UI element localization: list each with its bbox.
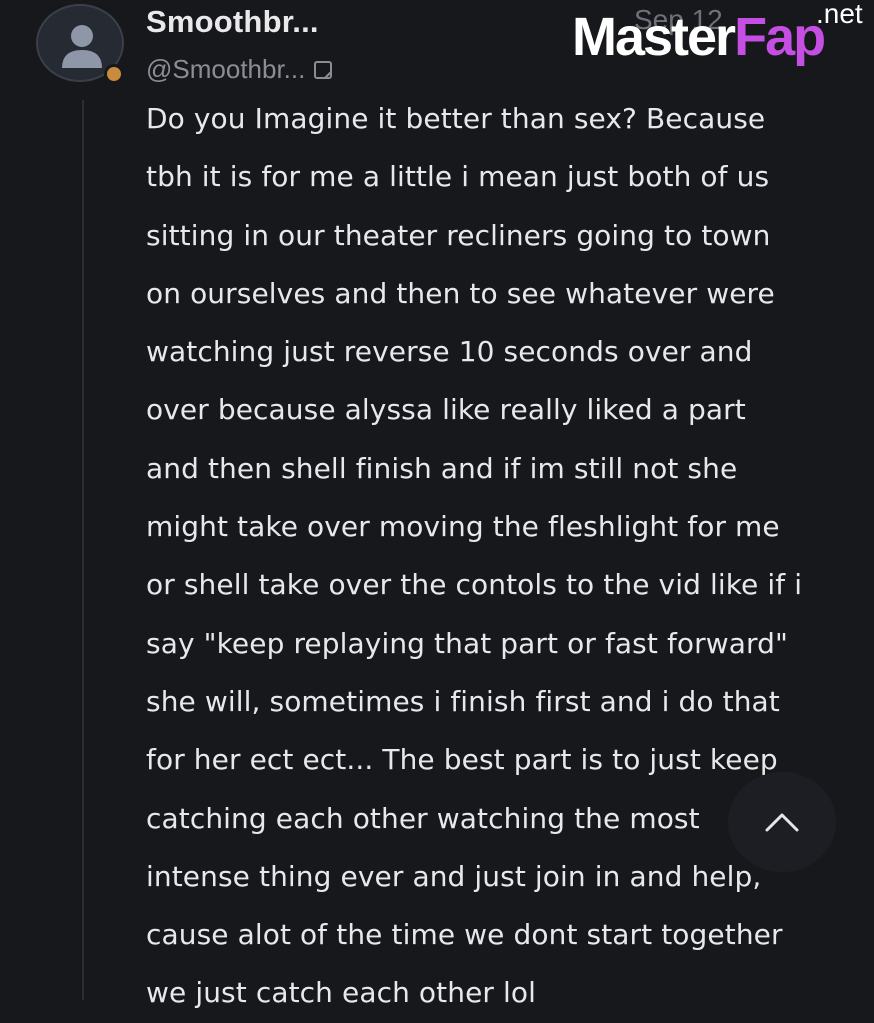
watermark-text: MasterFap <box>572 7 826 67</box>
thread-line <box>82 100 84 1000</box>
display-name[interactable]: Smoothbr... <box>146 4 319 40</box>
handle-row: @Smoothbr... <box>146 54 335 85</box>
user-handle[interactable]: @Smoothbr... <box>146 54 305 85</box>
watermark-logo: MasterFap .net <box>572 0 872 82</box>
chevron-up-icon <box>765 813 799 832</box>
watermark-suffix: .net <box>816 0 863 29</box>
watermark-accent: Fap <box>734 7 826 67</box>
status-dot-icon <box>104 64 124 84</box>
watermark-main: Master <box>572 7 736 67</box>
avatar[interactable] <box>36 4 126 84</box>
note-edit-icon[interactable] <box>313 59 335 81</box>
post-body: Do you Imagine it better than sex? Becau… <box>146 102 803 1010</box>
scroll-to-top-button[interactable] <box>728 772 836 872</box>
